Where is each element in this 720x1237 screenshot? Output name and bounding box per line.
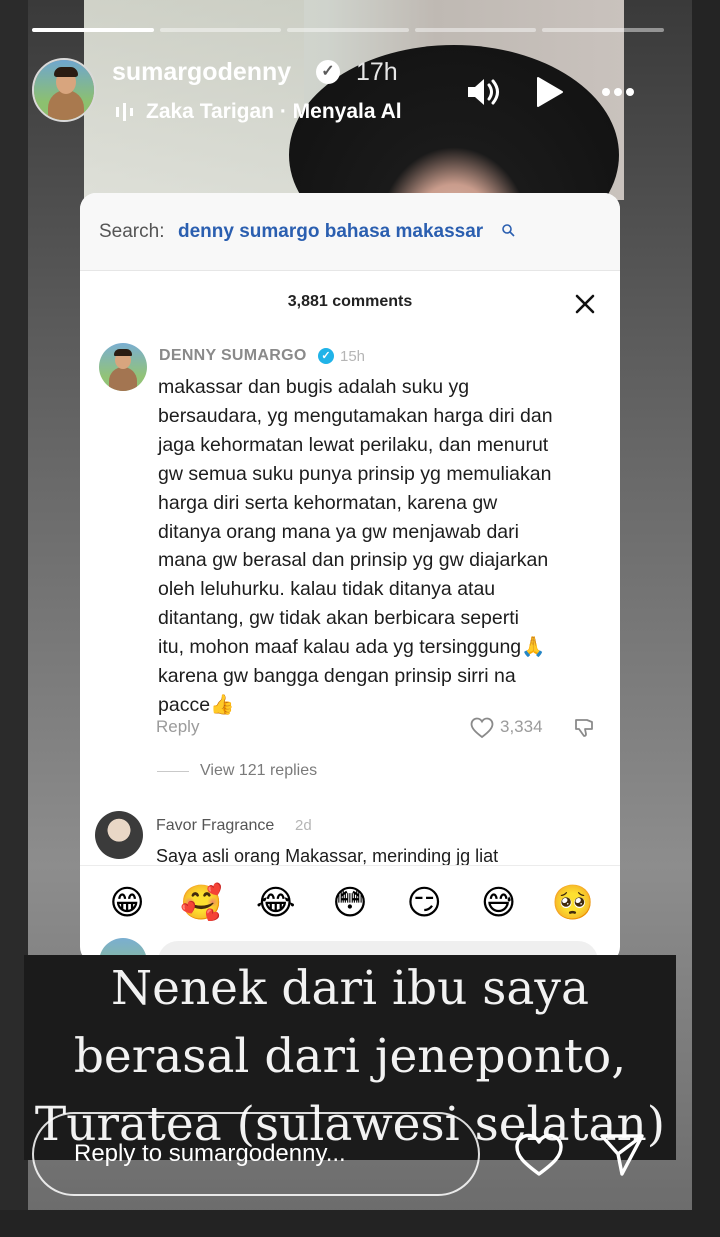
- comments-count: 3,881 comments: [287, 293, 413, 310]
- reply-button[interactable]: Reply: [156, 717, 199, 737]
- heart-icon[interactable]: [514, 1132, 564, 1178]
- progress-segment: [32, 28, 154, 32]
- story-time: 17h: [356, 58, 398, 86]
- comment-avatar[interactable]: [95, 811, 143, 859]
- verified-badge-icon: ✓: [316, 60, 340, 84]
- comments-screenshot: Search: denny sumargo bahasa makassar 3,…: [80, 193, 620, 963]
- view-replies-link[interactable]: View 121 replies: [200, 762, 317, 780]
- dislike-icon[interactable]: [572, 716, 596, 740]
- comment-text: Saya asli orang Makassar, merinding jg l…: [156, 846, 499, 866]
- search-icon: [502, 224, 515, 237]
- story-progress: [32, 28, 664, 32]
- emoji-hearts[interactable]: 🥰: [178, 880, 224, 926]
- emoji-smirk[interactable]: 😏: [401, 880, 447, 926]
- caption-line-2: berasal dari jeneponto,: [73, 1029, 627, 1084]
- volume-icon[interactable]: [462, 72, 502, 112]
- story-viewer: sumargodenny ✓ 17h Zaka Tarigan · Menyal…: [0, 0, 720, 1237]
- send-icon[interactable]: [598, 1130, 646, 1178]
- emoji-bar: 😁 🥰 😂 😳 😏 😅 🥺: [80, 865, 620, 939]
- close-icon[interactable]: [572, 291, 598, 317]
- music-bars-icon: [116, 103, 133, 121]
- comment-author[interactable]: Favor Fragrance: [156, 817, 274, 835]
- progress-segment: [287, 28, 409, 32]
- comment-author[interactable]: DENNY SUMARGO: [159, 347, 307, 365]
- search-row[interactable]: Search: denny sumargo bahasa makassar: [80, 193, 620, 271]
- story-username[interactable]: sumargodenny: [112, 58, 291, 87]
- emoji-sweat-smile[interactable]: 😅: [476, 880, 522, 926]
- bottom-edge: [0, 1210, 720, 1237]
- play-icon[interactable]: [528, 72, 568, 112]
- comment-time: 15h: [340, 348, 366, 365]
- emoji-pleading[interactable]: 🥺: [550, 880, 596, 926]
- comment-text: makassar dan bugis adalah suku yg bersau…: [158, 376, 553, 716]
- progress-segment: [159, 28, 282, 32]
- emoji-flushed[interactable]: 😳: [327, 880, 373, 926]
- avatar[interactable]: [32, 58, 96, 122]
- verified-icon: ✓: [318, 348, 334, 364]
- caption-line-1: Nenek dari ibu saya: [110, 961, 590, 1016]
- right-edge: [692, 0, 720, 1237]
- like-count: 3,334: [500, 717, 543, 736]
- search-label: Search:: [99, 221, 165, 242]
- reply-placeholder: Reply to sumargodenny...: [74, 1140, 346, 1167]
- emoji-tears-joy[interactable]: 😂: [253, 880, 299, 926]
- progress-segment: [414, 28, 537, 32]
- search-query[interactable]: denny sumargo bahasa makassar: [178, 221, 483, 243]
- progress-segment: [542, 28, 664, 32]
- emoji-grin[interactable]: 😁: [104, 880, 150, 926]
- more-icon[interactable]: [598, 72, 638, 112]
- comment-time: 2d: [295, 817, 312, 834]
- replies-divider: [157, 771, 189, 772]
- music-label[interactable]: Zaka Tarigan · Menyala Al: [146, 100, 402, 124]
- heart-outline-icon[interactable]: [470, 717, 494, 739]
- comment-avatar[interactable]: [99, 343, 147, 391]
